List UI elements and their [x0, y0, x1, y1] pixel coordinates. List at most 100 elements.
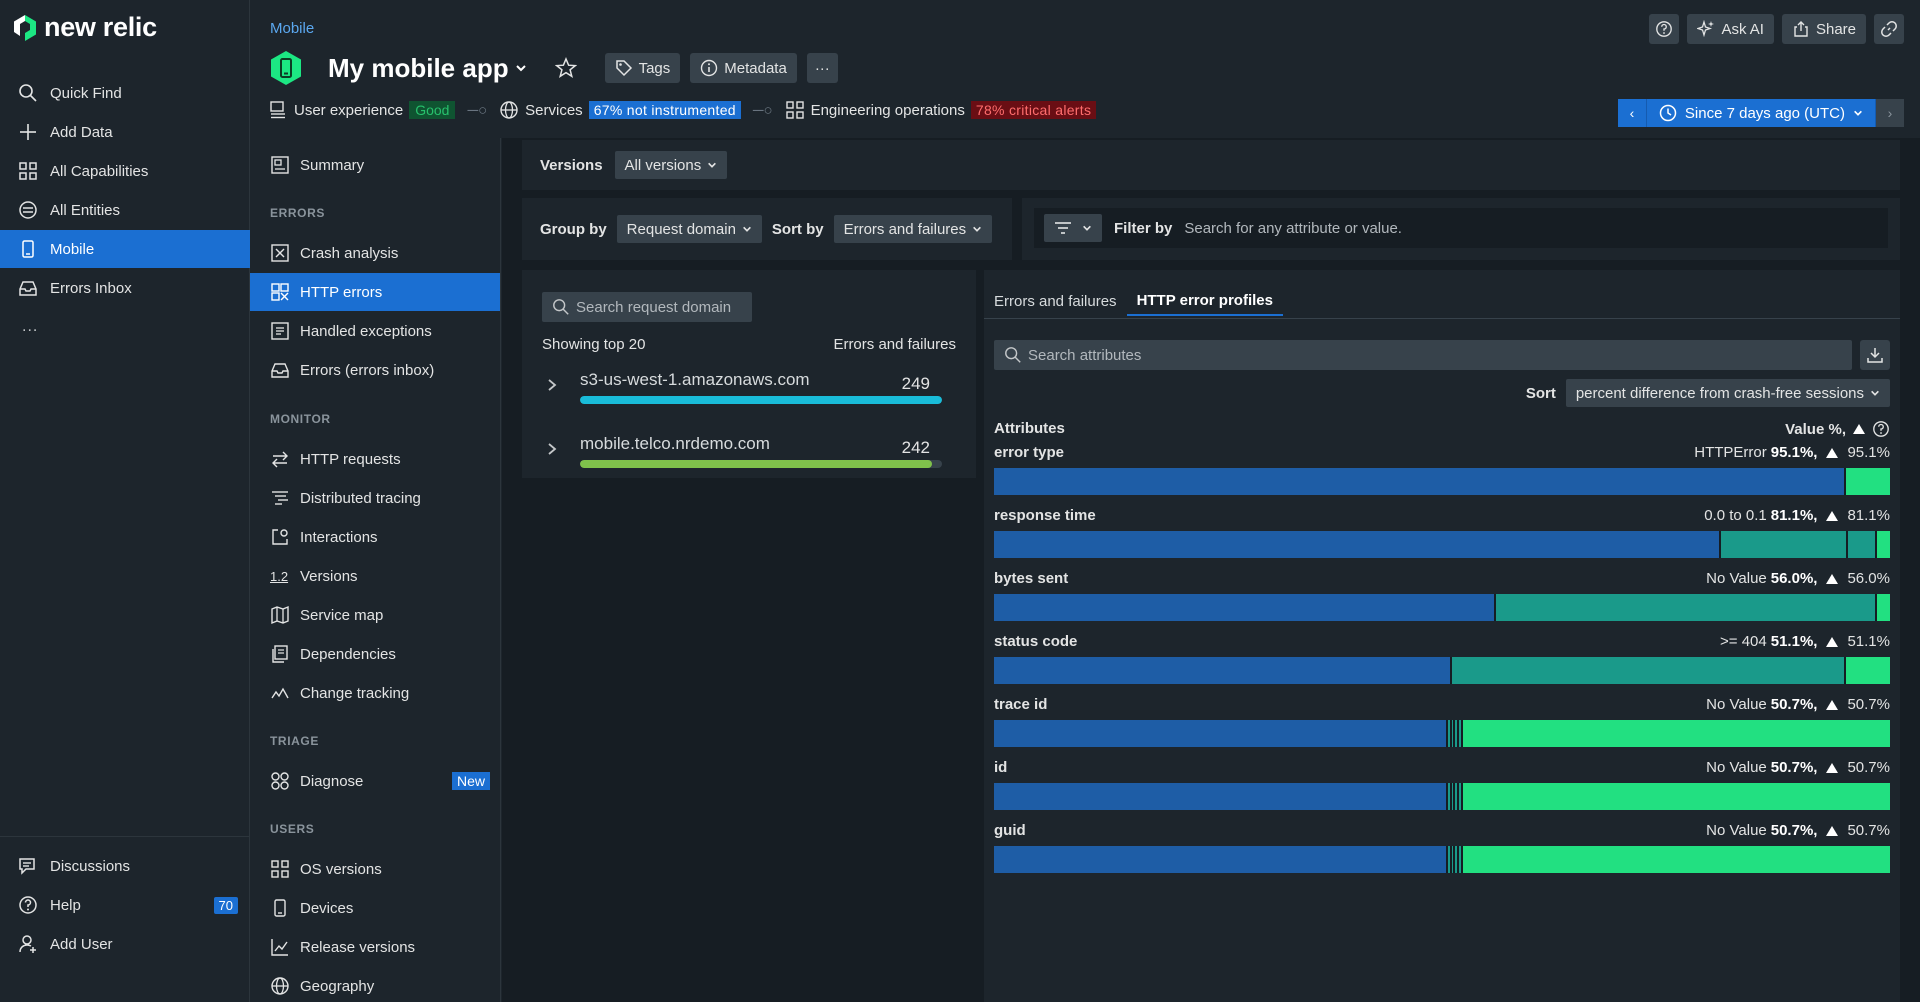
search-icon [1005, 347, 1021, 363]
chevron-down-icon[interactable] [515, 62, 527, 74]
connector-icon: ─○ [752, 101, 773, 119]
download-button[interactable] [1860, 340, 1890, 370]
nav-more-button[interactable]: ... [22, 318, 38, 336]
nav-mobile[interactable]: Mobile [0, 230, 250, 268]
filter-menu-button[interactable] [1044, 214, 1102, 242]
attribute-distribution-bar[interactable] [994, 594, 1890, 621]
share-button[interactable]: Share [1781, 14, 1866, 44]
triangle-up-icon [1826, 636, 1839, 647]
tags-button[interactable]: Tags [604, 53, 681, 83]
time-range-dropdown[interactable]: Since 7 days ago (UTC) [1645, 99, 1876, 127]
distribution-segment[interactable] [1847, 531, 1878, 558]
subnav-devices[interactable]: Devices [250, 889, 500, 927]
versions-label: Versions [540, 156, 603, 174]
group-by-dropdown[interactable]: Request domain [616, 215, 762, 243]
subnav-service-map[interactable]: Service map [250, 596, 500, 634]
attribute-row[interactable]: guid No Value 50.7%, 50.7% [994, 822, 1890, 900]
chevron-right-icon[interactable] [546, 442, 558, 456]
filter-input[interactable]: Filter by Search for any attribute or va… [1034, 208, 1888, 248]
attribute-distribution-bar[interactable] [994, 531, 1890, 558]
versions-dropdown[interactable]: All versions [614, 151, 728, 179]
subnav-release-versions[interactable]: Release versions [250, 928, 500, 966]
distribution-segment[interactable] [994, 720, 1449, 747]
time-prev-button[interactable]: ‹ [1617, 99, 1646, 127]
services-label[interactable]: Services [525, 102, 583, 119]
user-experience-label[interactable]: User experience [294, 102, 403, 119]
domain-name[interactable]: mobile.telco.nrdemo.com [580, 434, 770, 454]
sort-dropdown[interactable]: percent difference from crash-free sessi… [1565, 379, 1890, 407]
ask-ai-button[interactable]: Ask AI [1687, 14, 1774, 44]
distribution-segment[interactable] [1495, 594, 1877, 621]
breadcrumb[interactable]: Mobile [270, 20, 314, 37]
distribution-segment[interactable] [1876, 594, 1890, 621]
distribution-segment[interactable] [1846, 657, 1890, 684]
subnav-dependencies[interactable]: Dependencies [250, 635, 500, 673]
subnav-geography[interactable]: Geography [250, 967, 500, 1002]
distribution-segment[interactable] [1451, 657, 1847, 684]
subnav-change-tracking[interactable]: Change tracking [250, 674, 500, 712]
sort-by-dropdown[interactable]: Errors and failures [833, 215, 993, 243]
nav-discussions[interactable]: Discussions [0, 847, 250, 885]
copy-link-button[interactable] [1874, 14, 1904, 44]
domain-search-input[interactable]: Search request domain [542, 292, 752, 322]
subnav-diagnose[interactable]: Diagnose New [250, 762, 500, 800]
subnav-crash-analysis[interactable]: Crash analysis [250, 234, 500, 272]
nav-errors-inbox[interactable]: Errors Inbox [0, 269, 250, 307]
new-relic-logo[interactable]: new relic [14, 12, 157, 43]
distribution-segment[interactable] [1462, 720, 1890, 747]
nav-all-entities[interactable]: All Entities [0, 191, 250, 229]
time-next-button[interactable]: › [1876, 99, 1904, 127]
request-domains-panel: Search request domain Showing top 20 Err… [522, 270, 976, 478]
domain-name[interactable]: s3-us-west-1.amazonaws.com [580, 370, 810, 390]
page-title[interactable]: My mobile app [328, 53, 509, 84]
subnav-label: Handled exceptions [300, 322, 432, 340]
distribution-segment[interactable] [1720, 531, 1848, 558]
distribution-segment[interactable] [994, 531, 1721, 558]
attribute-distribution-bar[interactable] [994, 846, 1890, 873]
distribution-segment[interactable] [994, 468, 1847, 495]
attribute-value-summary: No Value 50.7%, 50.7% [1706, 759, 1890, 776]
more-actions-button[interactable]: ··· [806, 53, 838, 83]
subnav-distributed-tracing[interactable]: Distributed tracing [250, 479, 500, 517]
subnav-handled-exceptions[interactable]: Handled exceptions [250, 312, 500, 350]
distribution-segment[interactable] [994, 783, 1449, 810]
subnav-http-requests[interactable]: HTTP requests [250, 440, 500, 478]
distribution-segment[interactable] [994, 846, 1449, 873]
attribute-distribution-bar[interactable] [994, 720, 1890, 747]
domain-row[interactable]: mobile.telco.nrdemo.com 242 [522, 428, 962, 484]
subnav-versions[interactable]: 1.2 Versions [250, 557, 500, 595]
distribution-segment[interactable] [1846, 468, 1890, 495]
nav-add-data[interactable]: Add Data [0, 113, 250, 151]
chevron-right-icon[interactable] [546, 378, 558, 392]
domain-row[interactable]: s3-us-west-1.amazonaws.com 249 [522, 364, 962, 420]
metadata-button[interactable]: Metadata [690, 53, 797, 83]
distribution-segment[interactable] [1462, 783, 1890, 810]
filter-placeholder[interactable]: Search for any attribute or value. [1184, 220, 1402, 237]
help-circle-icon[interactable] [1872, 420, 1890, 438]
distribution-segment[interactable] [994, 657, 1452, 684]
nav-add-user[interactable]: Add User [0, 925, 250, 963]
attribute-distribution-bar[interactable] [994, 657, 1890, 684]
tab-http-error-profiles[interactable]: HTTP error profiles [1126, 286, 1283, 316]
attribute-search-input[interactable]: Search attributes [994, 340, 1852, 370]
favorite-star-icon[interactable] [554, 57, 577, 79]
distribution-segment[interactable] [1877, 531, 1890, 558]
clock-icon [1659, 104, 1677, 122]
subnav-summary[interactable]: Summary [250, 146, 500, 184]
tab-errors-and-failures[interactable]: Errors and failures [984, 286, 1127, 316]
subnav-http-errors[interactable]: HTTP errors [250, 273, 500, 311]
help-button[interactable] [1649, 14, 1680, 44]
versions-bar: Versions All versions [522, 140, 1900, 190]
engineering-label[interactable]: Engineering operations [811, 102, 965, 119]
subnav-interactions[interactable]: Interactions [250, 518, 500, 556]
subnav-errors-inbox[interactable]: Errors (errors inbox) [250, 351, 500, 389]
distribution-segment[interactable] [1462, 846, 1890, 873]
new-badge: New [451, 772, 490, 790]
distribution-segment[interactable] [994, 594, 1496, 621]
subnav-os-versions[interactable]: OS versions [250, 850, 500, 888]
attribute-distribution-bar[interactable] [994, 783, 1890, 810]
nav-quick-find[interactable]: Quick Find [0, 74, 250, 112]
attribute-distribution-bar[interactable] [994, 468, 1890, 495]
nav-help[interactable]: Help 70 [0, 886, 250, 924]
nav-all-capabilities[interactable]: All Capabilities [0, 152, 250, 190]
